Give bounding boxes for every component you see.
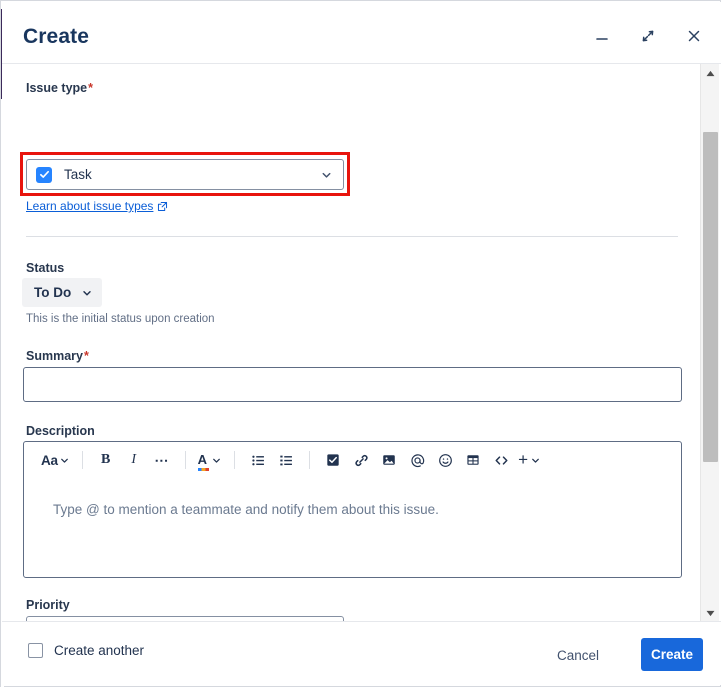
ellipsis-icon[interactable]: ⋯	[148, 448, 176, 472]
issue-type-required-marker: *	[88, 81, 94, 95]
bullet-list-icon[interactable]	[244, 448, 272, 472]
plus-label: +	[518, 450, 528, 469]
numbered-list-icon[interactable]	[272, 448, 300, 472]
text-style-aa-icon[interactable]: Aa	[38, 448, 73, 472]
toolbar-separator	[184, 451, 186, 469]
description-toolbar: Aa B I ⋯ A +	[24, 442, 681, 478]
code-angle-brackets-icon[interactable]	[487, 448, 515, 472]
create-button[interactable]: Create	[641, 638, 703, 671]
description-label: Description	[26, 424, 95, 438]
scrollbar-thumb[interactable]	[703, 132, 718, 462]
page-title: Create	[23, 25, 89, 48]
at-mention-icon[interactable]	[403, 448, 431, 472]
chevron-down-icon	[320, 168, 333, 181]
status-select[interactable]: To Do	[22, 278, 103, 307]
color-swatch-bar	[197, 468, 209, 471]
form-content: Issue type* Task Learn about issue types	[2, 64, 702, 622]
scroll-up-arrow-icon[interactable]	[701, 64, 719, 82]
issue-type-label: Issue type*	[26, 80, 93, 96]
issue-type-label-text: Issue type	[26, 81, 88, 95]
priority-label: Priority	[26, 598, 70, 612]
toolbar-separator	[81, 451, 83, 469]
issue-type-select[interactable]: Task	[26, 159, 344, 190]
link-chain-icon[interactable]	[347, 448, 375, 472]
summary-required-marker: *	[83, 349, 89, 363]
description-editor[interactable]: Aa B I ⋯ A + Type @ to mention a teammat…	[23, 441, 682, 578]
text-style-label: Aa	[41, 452, 58, 468]
plus-icon[interactable]: +	[515, 448, 544, 472]
external-link-icon	[157, 201, 168, 212]
checkbox-box[interactable]	[28, 643, 43, 658]
create-another-checkbox[interactable]: Create another	[28, 643, 144, 658]
description-placeholder: Type @ to mention a teammate and notify …	[53, 502, 439, 517]
checkbox-checked-icon[interactable]	[319, 448, 347, 472]
status-value: To Do	[34, 285, 72, 300]
chevron-down-icon	[81, 287, 93, 299]
italic-icon[interactable]: I	[120, 448, 148, 472]
dialog-body: Issue type* Task Learn about issue types	[2, 64, 721, 622]
section-divider	[26, 236, 678, 237]
bold-icon[interactable]: B	[92, 448, 120, 472]
bold-label: B	[101, 452, 111, 467]
scroll-down-arrow-icon[interactable]	[701, 604, 719, 622]
close-icon[interactable]	[681, 24, 707, 48]
minimize-icon[interactable]	[589, 24, 615, 48]
vertical-scrollbar[interactable]	[700, 64, 719, 622]
toolbar-separator	[234, 451, 236, 469]
image-icon[interactable]	[375, 448, 403, 472]
text-color-label: A	[197, 452, 208, 467]
status-label: Status	[26, 261, 65, 275]
issue-type-value: Task	[64, 167, 92, 182]
create-another-label: Create another	[54, 643, 145, 658]
dialog-footer: Create another Cancel Create	[2, 621, 721, 685]
cancel-button[interactable]: Cancel	[547, 640, 609, 670]
emoji-smiley-icon[interactable]	[431, 448, 459, 472]
task-check-icon	[36, 166, 52, 183]
ellipsis-label: ⋯	[154, 452, 169, 468]
window-controls	[589, 24, 707, 48]
table-grid-icon[interactable]	[459, 448, 487, 472]
dialog-header: Create	[2, 2, 721, 64]
collapse-diagonal-icon[interactable]	[635, 24, 661, 48]
status-help-text: This is the initial status upon creation	[26, 313, 215, 325]
summary-label-text: Summary	[26, 349, 83, 363]
italic-label: I	[131, 452, 136, 467]
text-color-a-icon[interactable]: A	[195, 448, 225, 472]
toolbar-separator	[309, 451, 311, 469]
summary-label: Summary*	[26, 348, 89, 364]
learn-about-issue-types-link[interactable]: Learn about issue types	[26, 199, 168, 213]
create-issue-dialog: Create Issue type* Task Learn about issu…	[0, 0, 721, 688]
summary-input[interactable]	[23, 367, 682, 402]
learn-issue-types-text: Learn about issue types	[26, 199, 154, 213]
